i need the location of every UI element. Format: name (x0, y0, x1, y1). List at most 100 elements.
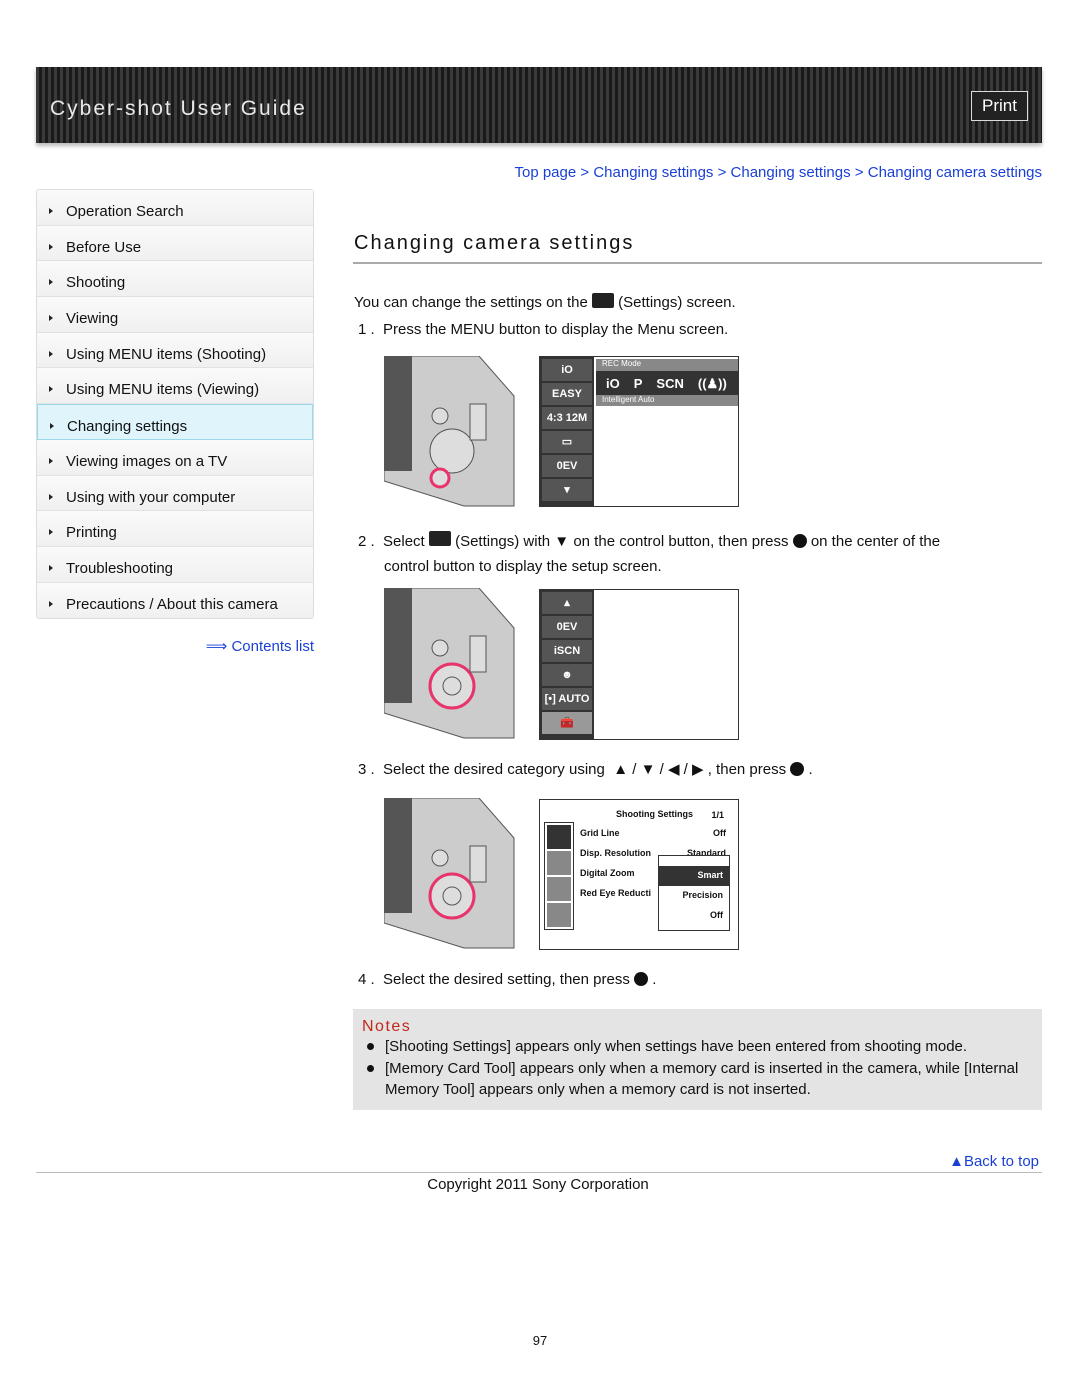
sidebar-item[interactable]: Using MENU items (Viewing) (37, 368, 313, 405)
category-tabs (544, 822, 574, 930)
sidebar-item[interactable]: Viewing (37, 297, 313, 333)
option-item[interactable]: Smart (659, 866, 729, 886)
setting-row-label[interactable]: Red Eye Reducti (580, 888, 651, 898)
step-1: 1 . Press the MENU button to display the… (358, 321, 729, 338)
intro-text: You can change the settings on the (Sett… (354, 293, 736, 311)
menu-sidebar: iO EASY 4:3 12M ▭ 0EV ▾ (540, 357, 594, 506)
footer-divider (36, 1172, 1042, 1173)
tools-tab-icon[interactable] (547, 851, 571, 875)
sidebar-item-label: Viewing (66, 310, 119, 328)
caret-right-icon (49, 529, 53, 536)
camera-illustration (384, 588, 515, 739)
caret-right-icon (49, 279, 53, 286)
sidebar-item[interactable]: Viewing images on a TV (37, 439, 313, 476)
caret-right-icon (49, 243, 53, 250)
breadcrumb-current[interactable]: Changing camera settings (868, 164, 1042, 181)
title-divider (353, 262, 1042, 264)
breadcrumb-top-page[interactable]: Top page (514, 164, 576, 181)
shooting-settings-screen: Shooting Settings 1/1 Grid Line Off Disp. … (539, 799, 739, 950)
sidebar-item-label: Before Use (66, 238, 142, 256)
setting-row-label[interactable]: Disp. Resolution (580, 848, 651, 858)
toolbox-icon (591, 293, 614, 308)
breadcrumb-changing-settings[interactable]: Changing settings (593, 164, 713, 181)
setting-row-label[interactable]: Grid Line (580, 828, 620, 838)
setting-row-value: Off (713, 828, 726, 838)
screen-title: Shooting Settings (616, 809, 693, 819)
mode-row: iO P SCN ((♟)) (596, 371, 738, 395)
mode-label: Intelligent Auto (596, 395, 738, 406)
camera-illustration (384, 798, 515, 949)
up-arrow-icon: ▲ (613, 761, 629, 778)
caret-right-icon (49, 315, 53, 322)
option-item[interactable]: Off (659, 906, 729, 926)
sidebar-item[interactable]: Troubleshooting (37, 546, 313, 583)
down-arrow-icon: ▼ (554, 533, 570, 550)
right-arrow-icon: ▶ (692, 761, 704, 778)
contents-list-label: Contents list (231, 638, 314, 655)
sidebar-item-label: Using with your computer (66, 488, 236, 506)
menu-item: 0EV (542, 616, 592, 638)
menu-item: ☻ (542, 664, 592, 686)
sidebar-item[interactable]: Using MENU items (Shooting) (37, 332, 313, 369)
menu-item: iO (542, 359, 592, 381)
center-button-icon (792, 534, 807, 548)
center-button-icon (790, 762, 805, 776)
sidebar-item[interactable]: Printing (37, 511, 313, 547)
breadcrumb-separator: > (580, 164, 590, 181)
sidebar-item[interactable]: Before Use (37, 225, 313, 262)
back-to-top-link[interactable]: ▲Back to top (949, 1153, 1039, 1170)
arrow-right-icon: ⟹ (205, 638, 228, 655)
sidebar-item[interactable]: Using with your computer (37, 475, 313, 512)
sidebar-item-label: Printing (66, 524, 117, 542)
camera-illustration (384, 356, 515, 507)
step-4: 4 . Select the desired setting, then pre… (358, 971, 657, 988)
menu-item: 🧰 (542, 712, 592, 734)
copyright: Copyright 2011 Sony Corporation (427, 1176, 649, 1193)
memory-tab-icon[interactable] (547, 877, 571, 901)
up-triangle-icon: ▲ (949, 1153, 964, 1170)
sidebar-item-label: Changing settings (67, 418, 188, 436)
breadcrumb-separator: > (854, 164, 864, 181)
breadcrumb-changing-settings-2[interactable]: Changing settings (731, 164, 851, 181)
sidebar-item-label: Using MENU items (Shooting) (66, 345, 267, 363)
clock-tab-icon[interactable] (547, 903, 571, 927)
down-arrow-icon: ▼ (640, 761, 656, 778)
sidebar-item[interactable]: Precautions / About this camera (37, 582, 313, 619)
header-banner: Cyber-shot User Guide Print (36, 67, 1042, 143)
contents-list-link[interactable]: ⟹ Contents list (206, 637, 314, 655)
mode-option: P (633, 376, 643, 391)
mode-option: iO (606, 376, 620, 391)
rec-mode-header: REC Mode (596, 359, 738, 371)
sidebar-item[interactable]: Operation Search (37, 190, 313, 226)
sidebar-nav: Operation Search Before Use Shooting Viewin… (36, 189, 314, 620)
menu-item: [•] AUTO (542, 688, 592, 710)
sidebar-item-label: Viewing images on a TV (66, 452, 228, 470)
caret-right-icon (49, 564, 53, 571)
menu-item: 0EV (542, 455, 592, 477)
menu-button-highlight (429, 467, 451, 489)
camera-tab-icon[interactable] (547, 825, 571, 849)
mode-option: ((♟)) (697, 376, 727, 391)
sidebar-item-label: Using MENU items (Viewing) (66, 381, 260, 399)
sidebar-item[interactable]: Shooting (37, 261, 313, 298)
setting-row-label[interactable]: Digital Zoom (580, 868, 635, 878)
breadcrumb-separator: > (717, 164, 727, 181)
menu-screen-settings: ▴ 0EV iSCN ☻ [•] AUTO 🧰 (539, 589, 739, 740)
menu-screen: iO EASY 4:3 12M ▭ 0EV ▾ REC Mode iO P SCN ((♟)) … (539, 356, 739, 507)
step-3: 3 . Select the desired category using ▲ … (358, 761, 813, 778)
note-item: [Shooting Settings] appears only when se… (362, 1036, 1033, 1058)
guide-title: Cyber-shot User Guide (50, 97, 307, 120)
menu-item: ▾ (542, 479, 592, 501)
sidebar-item-label: Operation Search (66, 203, 184, 220)
mode-option: SCN (656, 376, 684, 391)
caret-right-icon (49, 600, 53, 607)
menu-sidebar: ▴ 0EV iSCN ☻ [•] AUTO 🧰 (540, 590, 594, 739)
sidebar-item-label: Shooting (66, 274, 126, 292)
sidebar-item[interactable]: Changing settings (37, 404, 313, 440)
center-button-icon (634, 972, 649, 986)
notes-title: Notes (362, 1018, 412, 1035)
option-item[interactable]: Precision (659, 886, 729, 906)
note-item: [Memory Card Tool] appears only when a m… (362, 1058, 1033, 1101)
print-button[interactable]: Print (971, 91, 1028, 121)
sidebar-item-label: Troubleshooting (66, 559, 174, 577)
